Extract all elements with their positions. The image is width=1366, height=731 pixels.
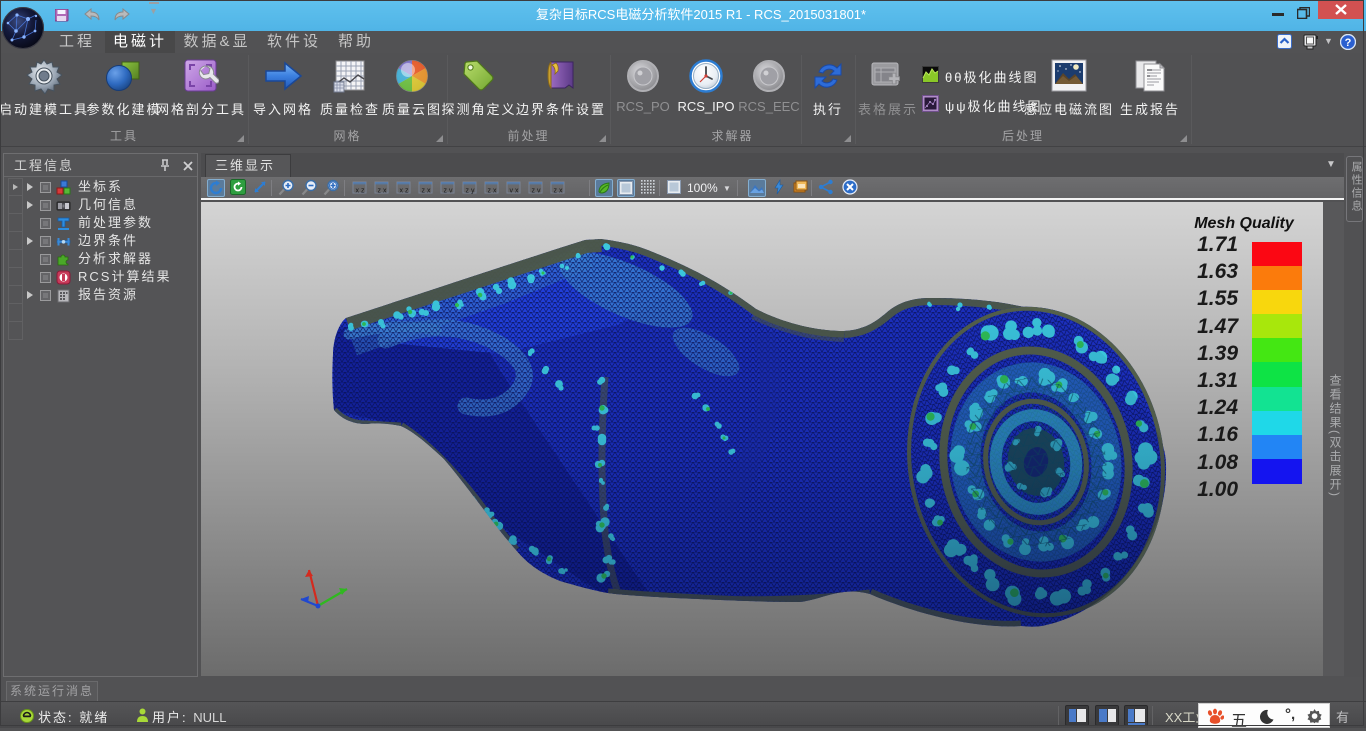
svg-text:?: ?	[1345, 37, 1352, 49]
svg-text:z v: z v	[444, 188, 453, 195]
svg-text:z y: z y	[466, 188, 475, 195]
svg-text:x z: x z	[356, 188, 365, 195]
svg-text:z v: z v	[532, 188, 541, 195]
svg-text:z x: z x	[378, 188, 387, 195]
svg-text:v x: v x	[510, 188, 519, 195]
svg-text:z x: z x	[488, 188, 497, 195]
svg-text:z x: z x	[554, 188, 563, 195]
svg-text:x z: x z	[400, 188, 409, 195]
svg-text:z x: z x	[422, 188, 431, 195]
